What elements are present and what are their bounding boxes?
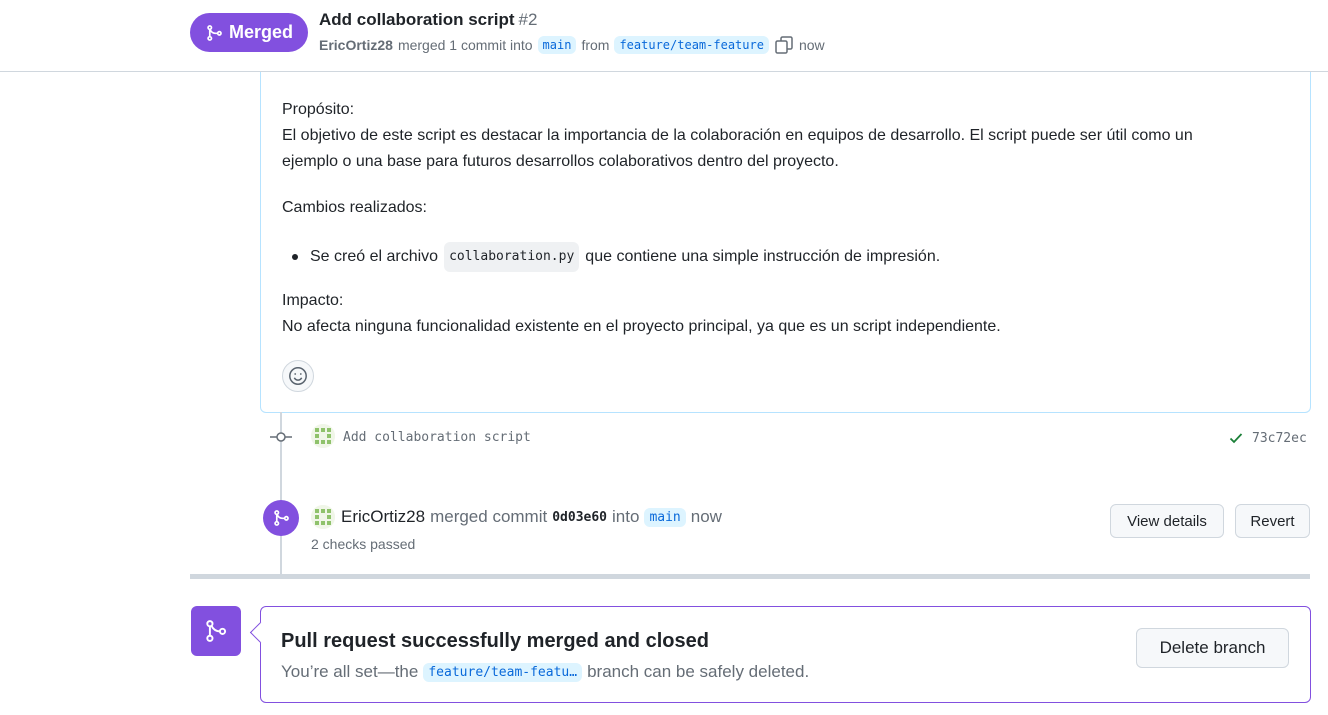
merge-user-link[interactable]: EricOrtiz28 bbox=[341, 507, 425, 527]
merge-time: now bbox=[690, 507, 722, 526]
pr-header: Merged Add collaboration script #2 EricOr… bbox=[0, 0, 1328, 72]
into-text: into bbox=[612, 507, 640, 526]
purpose-line-1: El objetivo de este script es destacar l… bbox=[282, 127, 1193, 144]
git-commit-icon bbox=[270, 432, 292, 442]
view-details-button[interactable]: View details bbox=[1110, 504, 1224, 538]
identicon-icon bbox=[311, 505, 335, 529]
git-merge-icon bbox=[207, 24, 222, 41]
pr-number: #2 bbox=[518, 10, 538, 29]
git-merge-icon bbox=[206, 620, 227, 642]
merged-state-icon bbox=[191, 606, 241, 656]
merge-event-text: EricOrtiz28 merged commit 0d03e60 into m… bbox=[341, 507, 722, 527]
avatar[interactable] bbox=[311, 424, 335, 448]
change-text-after: que contiene una simple instrucción de i… bbox=[585, 248, 941, 265]
commit-sha-link[interactable]: 73c72ec bbox=[1252, 431, 1307, 446]
delete-branch-button[interactable]: Delete branch bbox=[1136, 628, 1289, 668]
change-text-before: Se creó el archivo bbox=[310, 248, 439, 265]
from-text: from bbox=[581, 37, 610, 53]
check-icon[interactable] bbox=[1228, 430, 1244, 446]
add-reaction-button[interactable] bbox=[282, 360, 314, 392]
bullet bbox=[292, 254, 298, 260]
merged-closed-panel: Pull request successfully merged and clo… bbox=[260, 606, 1311, 703]
checks-status[interactable]: 2 checks passed bbox=[311, 536, 415, 552]
merged-status-label: Merged bbox=[228, 22, 293, 42]
pr-merge-summary: EricOrtiz28 merged 1 commit into main fr… bbox=[319, 35, 825, 55]
author-link[interactable]: EricOrtiz28 bbox=[319, 37, 393, 53]
smiley-icon bbox=[289, 367, 307, 385]
changes-heading: Cambios realizados: bbox=[282, 199, 427, 216]
impact-text: No afecta ninguna funcionalidad existent… bbox=[282, 318, 1001, 335]
pr-time: now bbox=[798, 37, 825, 53]
merged-status-badge: Merged bbox=[190, 13, 308, 52]
merged-text: merged 1 commit into bbox=[397, 37, 533, 53]
pr-title: Add collaboration script #2 bbox=[319, 10, 537, 30]
change-list-item: Se creó el archivo collaboration.py que … bbox=[292, 242, 940, 272]
purpose-line-2: ejemplo o una base para futuros desarrol… bbox=[282, 153, 839, 170]
impact-heading: Impacto: bbox=[282, 292, 344, 309]
merge-branch-tag[interactable]: main bbox=[644, 507, 686, 527]
pr-description-comment: Propósito: El objetivo de este script es… bbox=[260, 40, 1311, 413]
merged-panel-title: Pull request successfully merged and clo… bbox=[281, 630, 709, 652]
filename-code: collaboration.py bbox=[444, 242, 580, 272]
head-branch-tag[interactable]: feature/team-feature bbox=[614, 36, 769, 54]
timeline-divider bbox=[190, 574, 1310, 579]
identicon-icon bbox=[311, 424, 335, 448]
merge-sha-link[interactable]: 0d03e60 bbox=[552, 510, 607, 525]
commit-status: 73c72ec bbox=[1228, 430, 1307, 446]
copy-icon[interactable] bbox=[774, 35, 794, 55]
purpose-heading: Propósito: bbox=[282, 101, 355, 118]
pr-title-text: Add collaboration script bbox=[319, 10, 515, 29]
git-merge-icon bbox=[274, 510, 289, 526]
merged-panel-subtitle: You’re all set—the feature/team-featu… b… bbox=[281, 662, 809, 682]
commit-message-link[interactable]: Add collaboration script bbox=[343, 430, 531, 445]
merge-event-icon bbox=[263, 500, 299, 536]
merged-sub-after: branch can be safely deleted. bbox=[587, 662, 810, 681]
revert-button[interactable]: Revert bbox=[1235, 504, 1310, 538]
base-branch-tag[interactable]: main bbox=[537, 36, 577, 54]
deletable-branch-tag[interactable]: feature/team-featu… bbox=[423, 662, 583, 682]
merge-text: merged commit bbox=[430, 507, 548, 526]
avatar[interactable] bbox=[311, 505, 335, 529]
merged-sub-before: You’re all set—the bbox=[281, 662, 419, 681]
